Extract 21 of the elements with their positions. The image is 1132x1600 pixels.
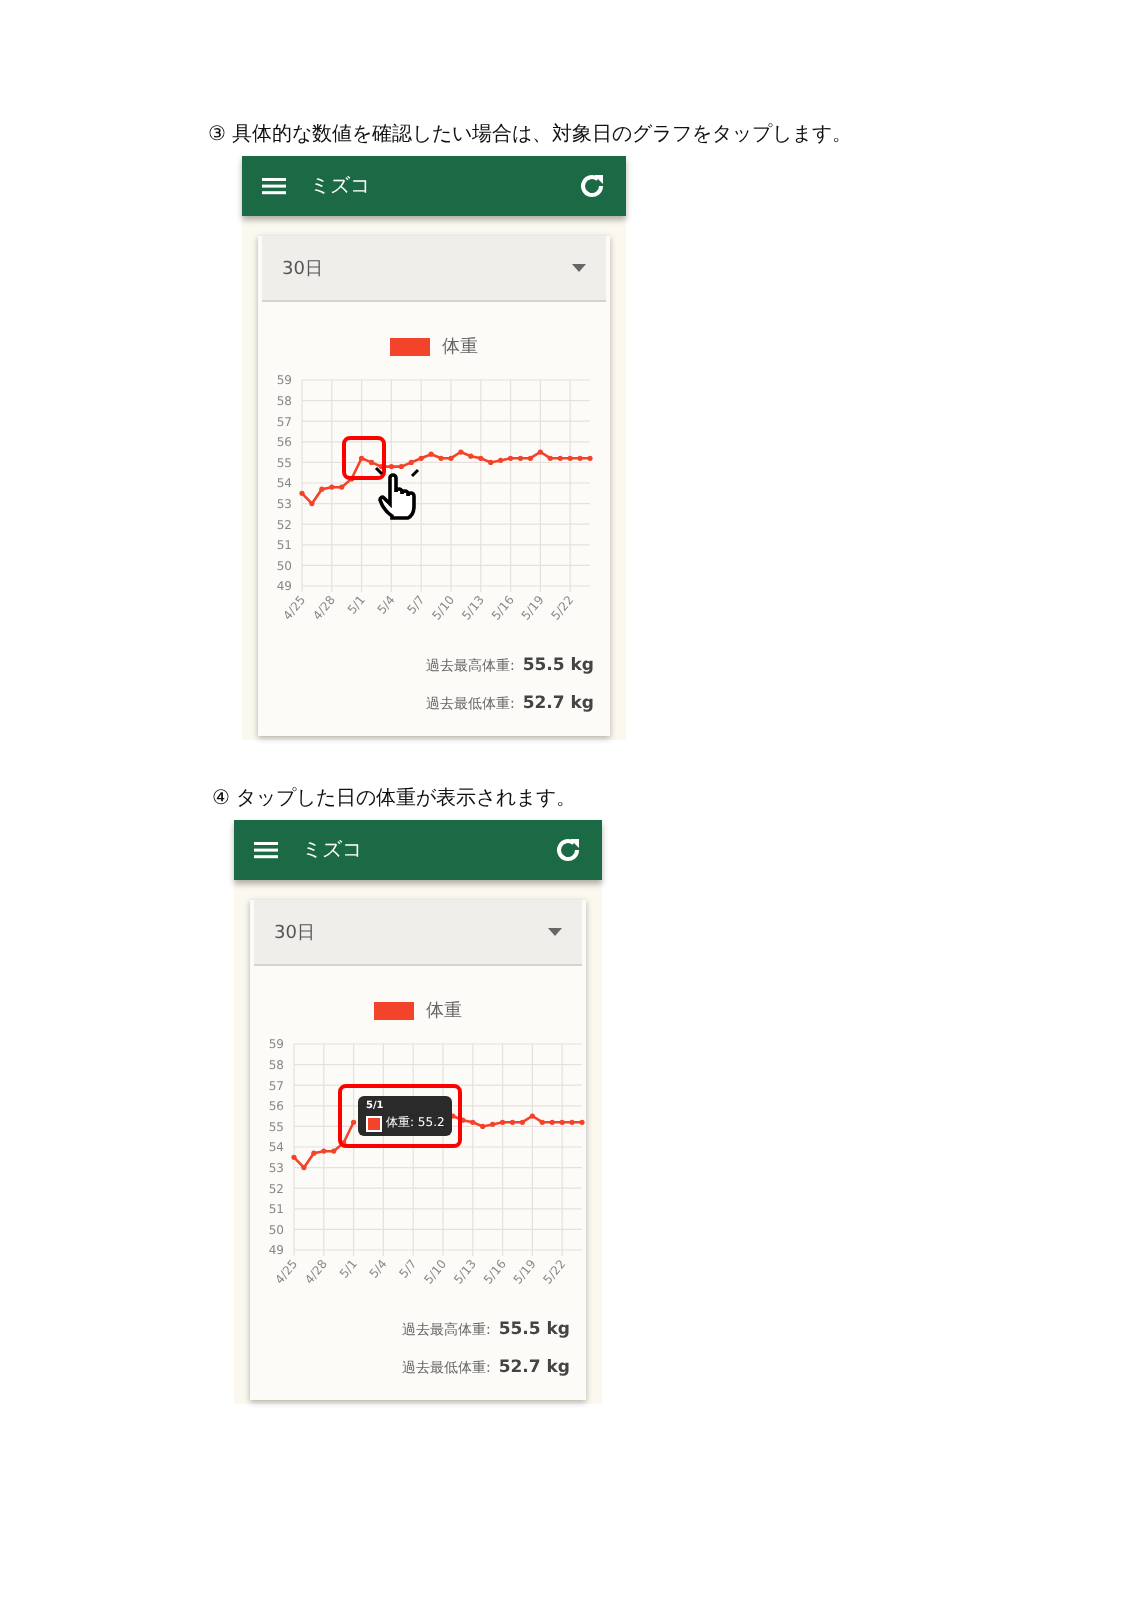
menu-icon[interactable] — [262, 176, 286, 196]
app-title: ミズコ — [310, 174, 372, 200]
caret-icon — [548, 928, 562, 936]
highlight-frame — [338, 1084, 462, 1148]
stat-value: 52.7 kg — [522, 694, 594, 714]
refresh-icon[interactable] — [578, 172, 606, 200]
instruction-text: ④ タップした日の体重が表示されます。 — [210, 785, 579, 812]
stat-value: 52.7 kg — [498, 1358, 570, 1378]
instruction-text: ③ 具体的な数値を確認したい場合は、対象日のグラフをタップします。 — [206, 121, 855, 148]
caret-icon — [572, 264, 586, 272]
period-dropdown[interactable]: 30日 — [254, 900, 582, 966]
app-title: ミズコ — [302, 838, 364, 864]
stat-value: 55.5 kg — [498, 1320, 570, 1340]
tooltip-swatch — [366, 1115, 382, 1131]
highlight-frame — [342, 436, 386, 480]
legend-label: 体重 — [426, 999, 462, 1024]
stat-value: 55.5 kg — [522, 656, 594, 676]
menu-icon[interactable] — [254, 840, 278, 860]
period-dropdown[interactable]: 30日 — [262, 236, 606, 302]
legend-label: 体重 — [442, 335, 478, 360]
refresh-icon[interactable] — [554, 836, 582, 864]
